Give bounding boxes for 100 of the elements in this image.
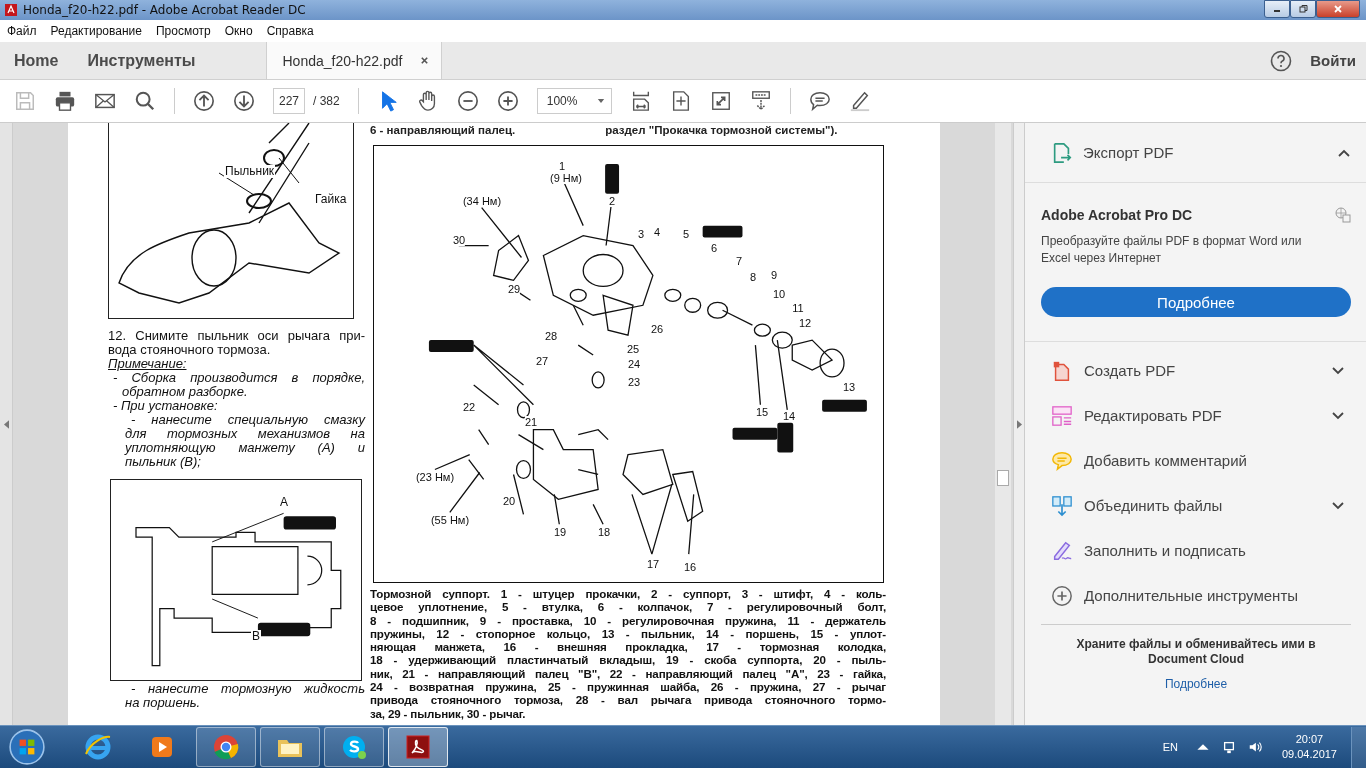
callout-label: 20 — [502, 495, 516, 507]
speaker-icon[interactable] — [1247, 740, 1262, 754]
pen-icon[interactable] — [848, 90, 871, 112]
plus-circle-icon — [1051, 584, 1073, 607]
start-button[interactable] — [8, 728, 46, 766]
taskbar-app[interactable] — [260, 727, 320, 767]
figure-label: B — [251, 630, 261, 643]
globe-document-icon — [1335, 207, 1351, 223]
network-icon[interactable] — [1221, 740, 1236, 754]
restore-button[interactable] — [1290, 0, 1316, 18]
comment-icon[interactable] — [808, 90, 831, 112]
clock-date[interactable]: 09.04.2017 — [1281, 747, 1337, 762]
menu-item[interactable]: Справка — [266, 24, 314, 38]
clock-time[interactable]: 20:07 — [1295, 732, 1324, 747]
callout-label: 10 — [772, 288, 786, 300]
close-button[interactable] — [1316, 0, 1360, 18]
note-text: - При установке: — [112, 399, 218, 413]
browser-e-icon — [83, 732, 113, 762]
callout-label: 29 — [507, 283, 521, 295]
nav-tab[interactable]: Home — [0, 42, 74, 79]
tool-item[interactable]: Заполнить и подписать — [1025, 528, 1366, 573]
menu-item[interactable]: Окно — [224, 24, 253, 38]
keyboard-down-icon[interactable] — [749, 90, 772, 112]
tool-item[interactable]: Добавить комментарий — [1025, 438, 1366, 483]
combine-files-icon — [1051, 494, 1073, 517]
figure-label: A — [279, 496, 289, 509]
callout-label: 14 — [782, 410, 796, 422]
browser-circle-icon — [211, 732, 241, 762]
callout-label: 27 — [535, 355, 549, 367]
zoom-dropdown[interactable]: 100% — [536, 88, 612, 114]
vertical-scrollbar[interactable] — [995, 123, 1011, 725]
nav-tab[interactable]: Инструменты — [73, 42, 211, 79]
expand-right-icon[interactable] — [1016, 419, 1022, 429]
collapse-left-icon[interactable] — [3, 419, 9, 429]
taskbar-app[interactable] — [388, 727, 448, 767]
caret-down-icon — [596, 98, 605, 104]
page-number-field[interactable]: 227 — [273, 88, 305, 114]
tool-item[interactable]: Объединить файлы — [1025, 483, 1366, 528]
chevron-icon — [1338, 148, 1350, 157]
callout-label: 26 — [650, 323, 664, 335]
scroll-thumb[interactable] — [997, 470, 1009, 486]
page-count: / 382 — [313, 94, 340, 108]
cloud-promo-text: Храните файлы и обменивайтесь ими в Document Cloud — [1075, 637, 1317, 667]
layout-icon — [1051, 404, 1073, 427]
callout-label: 18 — [597, 526, 611, 538]
callout-label: 1 — [558, 160, 566, 172]
callout-label: 4 — [653, 226, 661, 238]
callout-label: 9 — [770, 269, 778, 281]
callout-label: (9 Нм) — [550, 172, 582, 184]
step-text: 12. Снимите пыльник оси рычага при- вода стояночного тормоза. — [107, 329, 365, 357]
menu-item[interactable]: Просмотр — [155, 24, 211, 38]
callout-label: 16 — [683, 561, 697, 573]
acrobat-icon — [4, 3, 18, 17]
note-title: Примечание: — [107, 357, 188, 371]
previous-page-icon[interactable] — [193, 90, 215, 112]
zoom-in-icon[interactable] — [496, 90, 519, 112]
tool-item[interactable]: Дополнительные инструменты — [1025, 573, 1366, 618]
callout-label: 12 — [798, 317, 812, 329]
acrobat-icon — [403, 732, 433, 762]
product-name: Adobe Acrobat Pro DC — [1041, 207, 1193, 223]
tool-item[interactable]: Редактировать PDF — [1025, 393, 1366, 438]
note-text: - нанесите специальную смазку для тормозных механизмов на уплотняющую манжету (A) и пыльник (B); — [124, 413, 365, 469]
help-icon[interactable] — [1270, 49, 1293, 72]
callout-label: (34 Нм) — [462, 195, 502, 207]
callout-label: 15 — [755, 406, 769, 418]
tab-title: Honda_f20-h22.pdf — [282, 52, 403, 69]
callout-label: (23 Нм) — [415, 471, 455, 483]
callout-label: (55 Нм) — [430, 514, 470, 526]
print-icon[interactable] — [54, 90, 76, 112]
callout-label: 19 — [553, 526, 567, 538]
language-indicator[interactable]: EN — [1162, 741, 1178, 753]
callout-label: 11 — [792, 302, 804, 314]
callout-label: 22 — [462, 401, 476, 413]
learn-more-link[interactable]: Подробнее — [1164, 677, 1228, 691]
document-tab[interactable]: Honda_f20-h22.pdf — [265, 42, 443, 79]
taskbar-app[interactable] — [324, 727, 384, 767]
sign-in-link[interactable]: Войти — [1310, 52, 1356, 69]
taskbar-app[interactable] — [196, 727, 256, 767]
callout-label: 21 — [524, 416, 538, 428]
callout-label: 6 — [710, 242, 718, 254]
callout-label: 24 — [627, 358, 641, 370]
close-icon[interactable] — [420, 56, 430, 65]
next-page-icon[interactable] — [233, 90, 255, 112]
callout-label: 13 — [842, 381, 856, 393]
learn-more-button[interactable]: Подробнее — [1041, 287, 1351, 317]
tool-item[interactable]: Создать PDF — [1025, 348, 1366, 393]
callout-label: 2 — [608, 195, 616, 207]
menu-item[interactable]: Редактирование — [50, 24, 142, 38]
pen-signature-icon — [1051, 539, 1073, 562]
search-icon[interactable] — [134, 90, 156, 112]
callout-label: 17 — [646, 558, 660, 570]
restore-icon — [1298, 4, 1308, 14]
callout-label: 3 — [637, 228, 645, 240]
menu-item[interactable]: Файл — [7, 24, 37, 38]
zoom-out-icon[interactable] — [456, 90, 479, 112]
body-text: 6 - направляющий палец. — [370, 123, 516, 138]
full-screen-icon[interactable] — [709, 90, 732, 112]
figure-label: Пыльник — [224, 165, 276, 178]
export-pdf-header[interactable]: Экспорт PDF — [1025, 123, 1366, 183]
minimize-button[interactable] — [1264, 0, 1290, 18]
